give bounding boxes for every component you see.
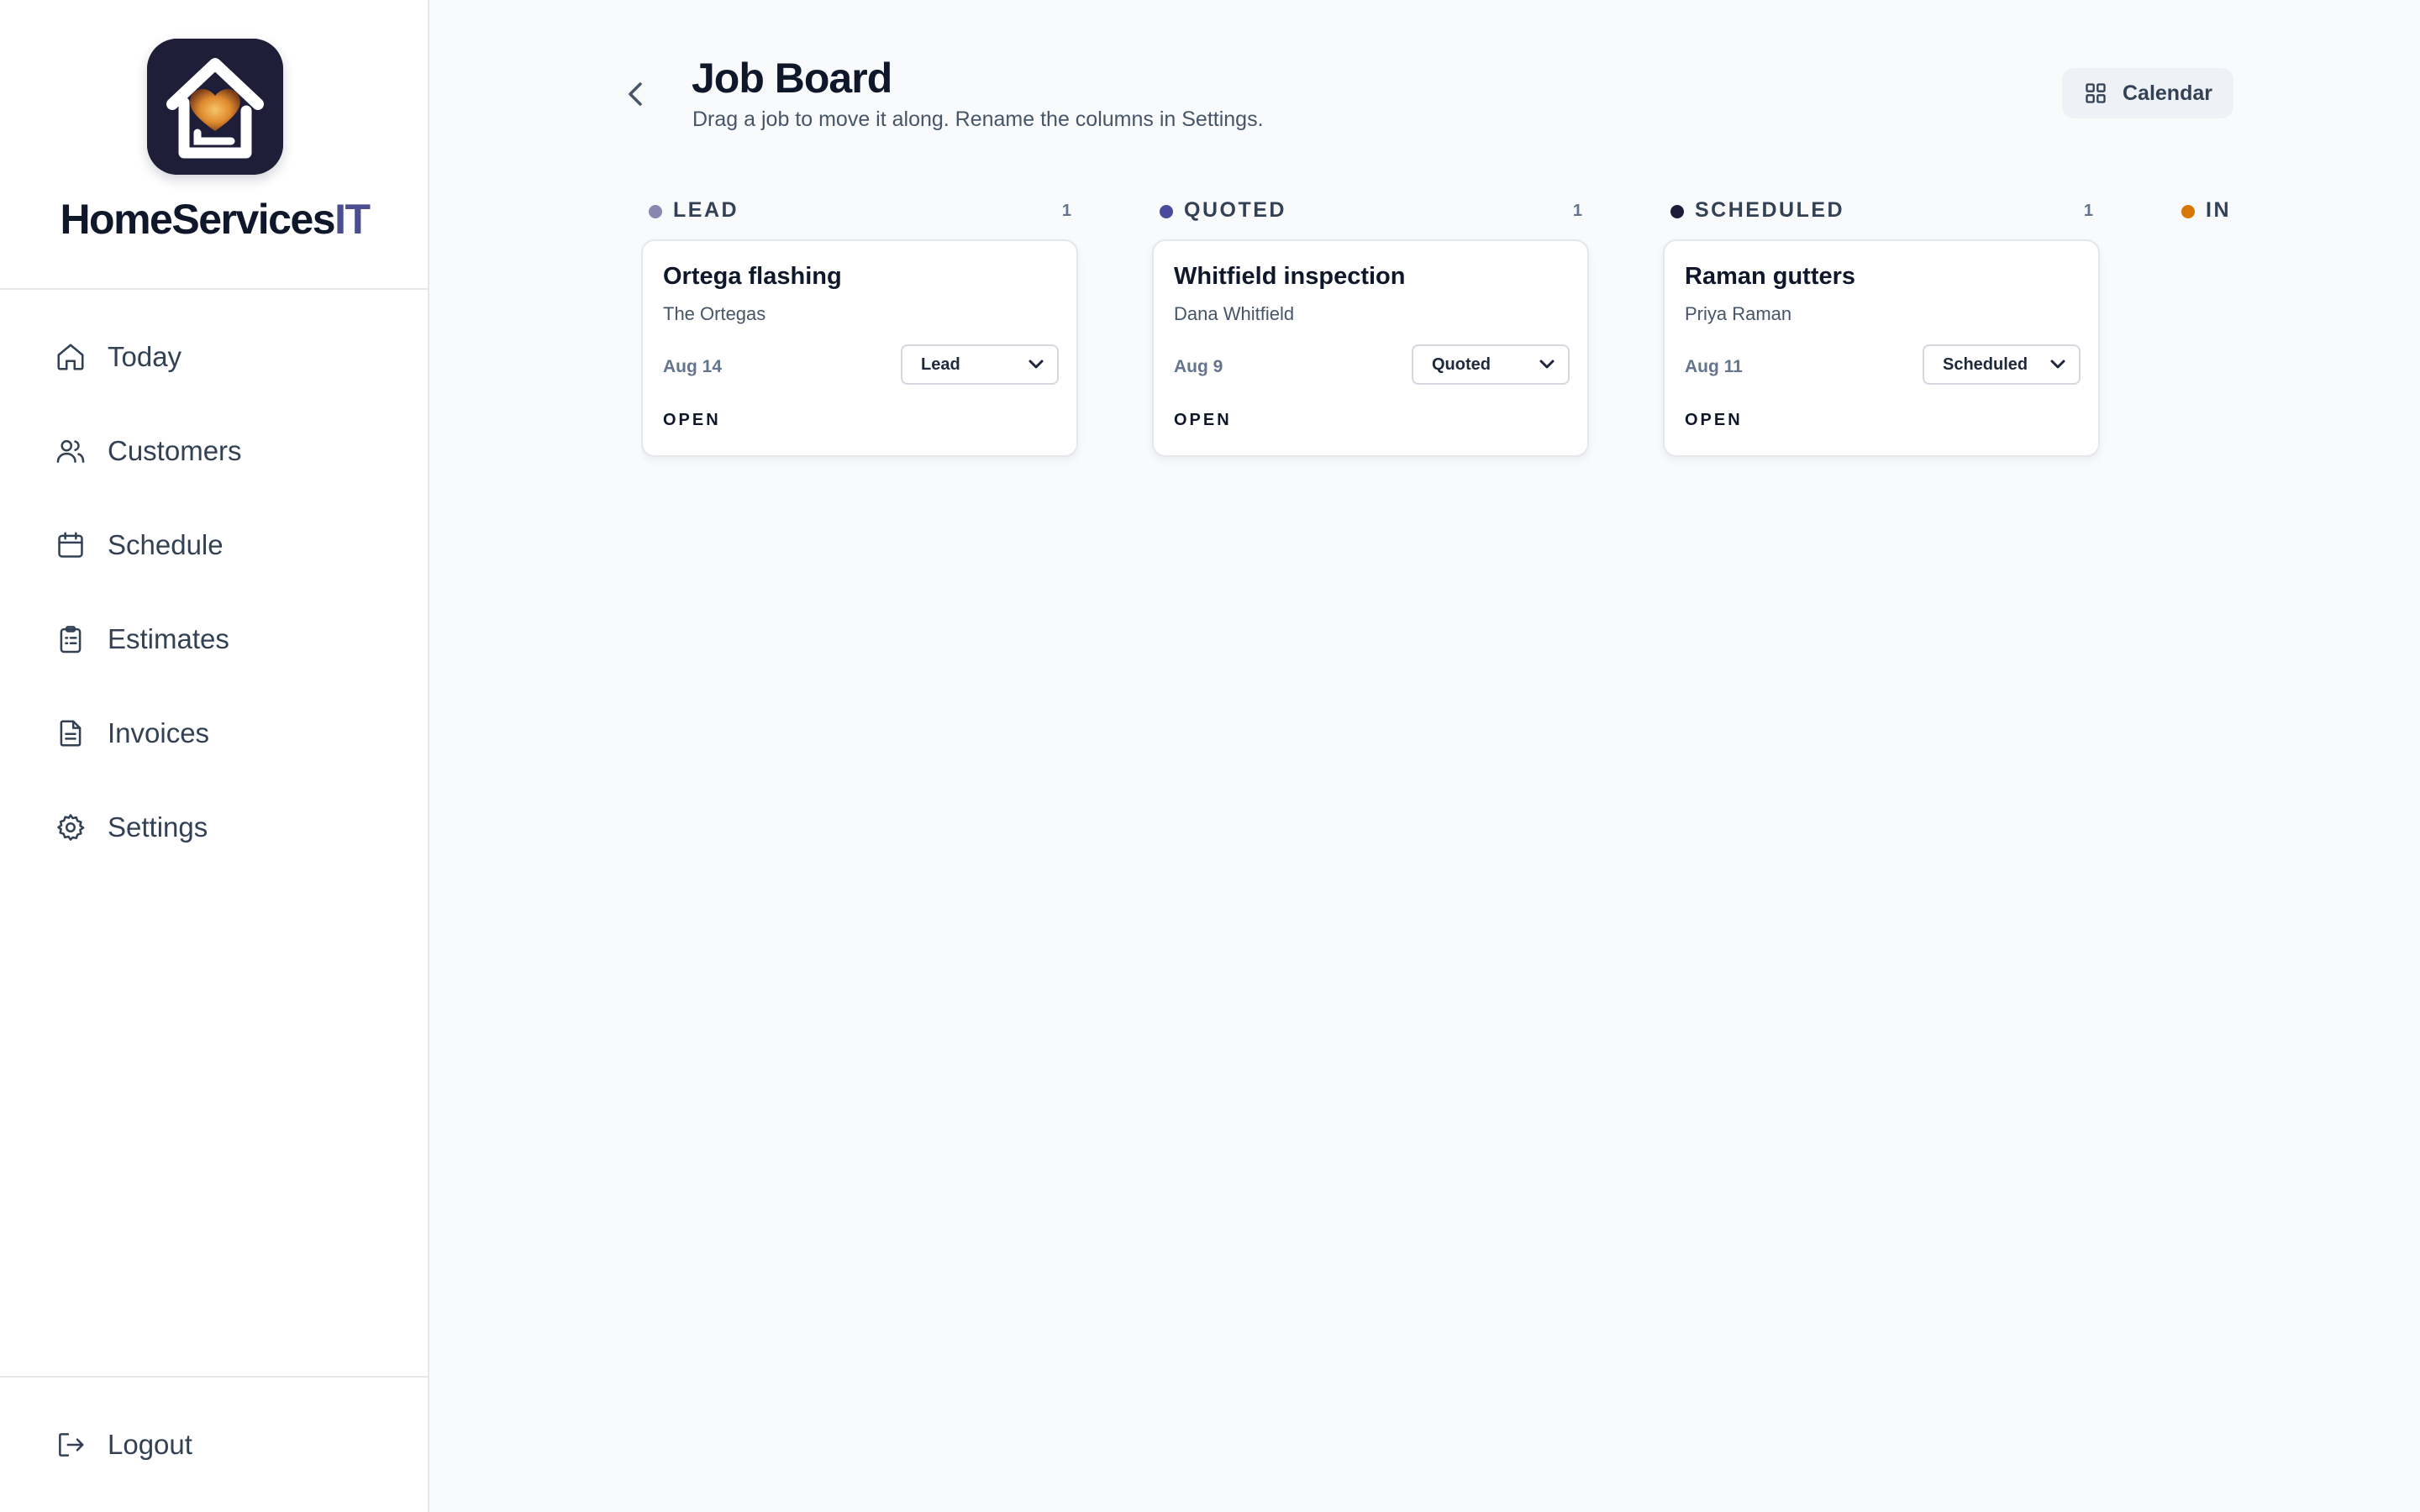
job-client: The Ortegas (663, 303, 766, 324)
chevron-down-icon (1539, 360, 1555, 369)
logo (147, 39, 283, 175)
column-status-dot (649, 205, 662, 218)
nav-item-schedule[interactable]: Schedule (0, 498, 429, 592)
nav-item-customers[interactable]: Customers (0, 404, 429, 498)
column-count: 1 (2083, 202, 2093, 220)
chevron-down-icon (1028, 360, 1044, 369)
stage-select[interactable]: Quoted (1412, 344, 1570, 385)
column-scheduled: SCHEDULED 1 Raman gutters Priya Raman Au… (1663, 197, 2100, 457)
calendar-button-label: Calendar (2123, 81, 2212, 105)
column-lead: LEAD 1 Ortega flashing The Ortegas Aug 1… (641, 197, 1078, 457)
column-status-dot (1670, 205, 1684, 218)
brand-name: HomeServicesIT (0, 195, 429, 244)
column-title: SCHEDULED (1695, 198, 1845, 222)
column-header: LEAD 1 (641, 197, 1078, 227)
job-status: OPEN (663, 411, 721, 429)
grid-icon (2086, 83, 2106, 103)
column-header: IN (2174, 197, 2420, 227)
calendar-icon (54, 528, 87, 562)
back-button[interactable] (620, 77, 650, 111)
nav-item-estimates[interactable]: Estimates (0, 592, 429, 686)
column-count: 1 (1572, 202, 1582, 220)
logout-button[interactable]: Logout (0, 1398, 192, 1492)
nav-label: Schedule (108, 529, 224, 560)
page-title: Job Board (692, 55, 892, 102)
job-status: OPEN (1174, 411, 1232, 429)
job-title: Whitfield inspection (1174, 263, 1406, 290)
job-status: OPEN (1685, 411, 1743, 429)
nav-label: Today (108, 341, 182, 372)
job-date: Aug 11 (1685, 357, 1743, 376)
nav-item-settings[interactable]: Settings (0, 780, 429, 874)
job-date: Aug 9 (1174, 357, 1223, 376)
column-quoted: QUOTED 1 Whitfield inspection Dana Whitf… (1152, 197, 1589, 457)
calendar-view-button[interactable]: Calendar (2062, 68, 2233, 118)
stage-select-value: Scheduled (1943, 354, 2028, 374)
brand-name-accent: IT (334, 196, 371, 243)
home-icon (54, 340, 87, 374)
column-in-progress: IN (2174, 197, 2420, 227)
logout-section: Logout (0, 1376, 429, 1512)
column-title: IN (2206, 198, 2231, 222)
page-subtitle: Drag a job to move it along. Rename the … (692, 108, 1264, 131)
stage-select[interactable]: Scheduled (1923, 344, 2081, 385)
nav-label: Customers (108, 435, 242, 466)
nav-item-today[interactable]: Today (0, 310, 429, 404)
users-icon (54, 434, 87, 468)
main-content: Job Board Drag a job to move it along. R… (429, 0, 2420, 1512)
document-icon (54, 717, 87, 750)
job-card[interactable]: Whitfield inspection Dana Whitfield Aug … (1152, 239, 1589, 457)
job-title: Ortega flashing (663, 263, 842, 290)
column-header: QUOTED 1 (1152, 197, 1589, 227)
nav-label: Estimates (108, 623, 229, 654)
column-title: QUOTED (1184, 198, 1286, 222)
logout-icon (54, 1428, 87, 1462)
nav-label: Settings (108, 811, 208, 843)
nav-label: Invoices (108, 717, 210, 748)
job-title: Raman gutters (1685, 263, 1856, 290)
clipboard-icon (54, 622, 87, 656)
stage-select-value: Lead (921, 354, 960, 374)
logout-label: Logout (108, 1429, 192, 1460)
sidebar: HomeServicesIT Today Customers Schedule (0, 0, 429, 1512)
column-title: LEAD (673, 198, 739, 222)
job-card[interactable]: Raman gutters Priya Raman Aug 11 Schedul… (1663, 239, 2100, 457)
job-client: Priya Raman (1685, 303, 1792, 324)
chevron-down-icon (2050, 360, 2065, 369)
stage-select-value: Quoted (1432, 354, 1491, 374)
column-status-dot (2181, 205, 2195, 218)
gear-icon (54, 811, 87, 844)
brand-name-main: HomeServices (60, 196, 335, 243)
column-count: 1 (1061, 202, 1071, 220)
job-client: Dana Whitfield (1174, 303, 1295, 324)
job-board: LEAD 1 Ortega flashing The Ortegas Aug 1… (641, 197, 2420, 533)
house-heart-logo-icon (147, 39, 283, 175)
nav-item-invoices[interactable]: Invoices (0, 686, 429, 780)
chevron-left-icon (629, 82, 642, 106)
stage-select[interactable]: Lead (901, 344, 1059, 385)
job-card[interactable]: Ortega flashing The Ortegas Aug 14 Lead … (641, 239, 1078, 457)
sidebar-nav: Today Customers Schedule Estimates Invoi… (0, 310, 429, 874)
app: HomeServicesIT Today Customers Schedule (0, 0, 2420, 1512)
brand: HomeServicesIT (0, 0, 428, 290)
job-date: Aug 14 (663, 357, 723, 376)
column-status-dot (1160, 205, 1173, 218)
column-header: SCHEDULED 1 (1663, 197, 2100, 227)
